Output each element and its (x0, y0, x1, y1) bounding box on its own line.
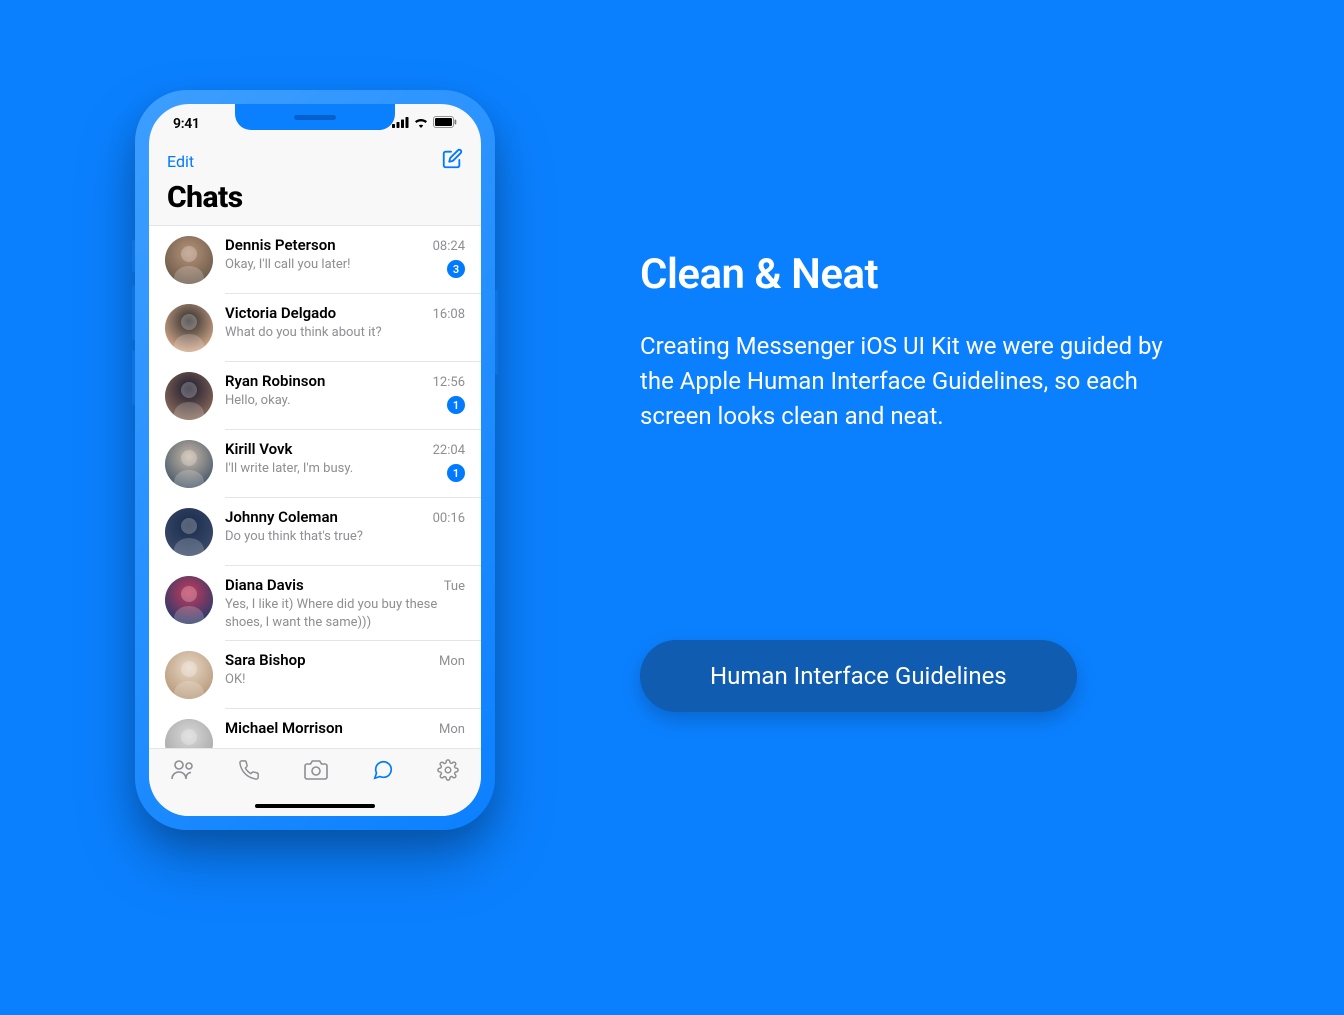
chat-name: Sara Bishop (225, 651, 306, 669)
tab-bar (149, 748, 481, 816)
unread-badge: 1 (447, 396, 465, 414)
phone-frame: 9:41 Edit (135, 90, 495, 830)
marketing-body: Creating Messenger iOS UI Kit we were gu… (640, 329, 1200, 433)
avatar (165, 304, 213, 352)
chat-row[interactable]: Johnny Coleman 00:16 Do you think that's t… (149, 498, 481, 566)
phone-side-button (132, 285, 135, 340)
chat-body: Johnny Coleman 00:16 Do you think that's t… (225, 508, 465, 556)
phone-screen: 9:41 Edit (149, 104, 481, 816)
chat-preview: Yes, I like it) Where did you buy these … (225, 596, 465, 631)
chat-body: Ryan Robinson 12:56 Hello, okay. 1 (225, 372, 465, 420)
chat-time: Tue (444, 579, 465, 594)
avatar (165, 651, 213, 699)
signal-icon (392, 116, 409, 132)
avatar (165, 508, 213, 556)
chat-preview: Hello, okay. (225, 392, 439, 410)
phone-notch (235, 104, 395, 130)
avatar (165, 440, 213, 488)
chat-name: Victoria Delgado (225, 304, 336, 322)
chat-body: Kirill Vovk 22:04 I'll write later, I'm bu… (225, 440, 465, 488)
phone-side-button (495, 290, 498, 375)
chat-body: Dennis Peterson 08:24 Okay, I'll call you … (225, 236, 465, 284)
chat-row[interactable]: Dennis Peterson 08:24 Okay, I'll call you … (149, 226, 481, 294)
status-time: 9:41 (173, 116, 200, 132)
battery-icon (433, 116, 457, 132)
chats-tab[interactable] (371, 759, 395, 785)
compose-icon[interactable] (441, 148, 463, 174)
chat-row[interactable]: Victoria Delgado 16:08 What do you think a… (149, 294, 481, 362)
avatar (165, 576, 213, 624)
chat-time: Mon (439, 722, 465, 737)
chat-preview: OK! (225, 671, 465, 689)
chat-row[interactable]: Michael Morrison Mon (149, 709, 481, 748)
marketing-title: Clean & Neat (640, 250, 1200, 299)
unread-badge: 3 (447, 260, 465, 278)
chat-name: Dennis Peterson (225, 236, 336, 254)
hig-cta-button[interactable]: Human Interface Guidelines (640, 640, 1077, 712)
chat-list[interactable]: Dennis Peterson 08:24 Okay, I'll call you … (149, 226, 481, 748)
chat-row[interactable]: Diana Davis Tue Yes, I like it) Where did … (149, 566, 481, 641)
wifi-icon (413, 116, 429, 132)
avatar (165, 372, 213, 420)
chat-name: Kirill Vovk (225, 440, 292, 458)
chat-body: Diana Davis Tue Yes, I like it) Where did … (225, 576, 465, 631)
chat-preview: Okay, I'll call you later! (225, 256, 439, 274)
chat-row[interactable]: Kirill Vovk 22:04 I'll write later, I'm bu… (149, 430, 481, 498)
chat-name: Johnny Coleman (225, 508, 338, 526)
chat-time: 00:16 (433, 511, 465, 526)
phone-side-button (132, 240, 135, 272)
camera-tab[interactable] (303, 759, 329, 785)
settings-tab[interactable] (436, 759, 460, 785)
chat-row[interactable]: Sara Bishop Mon OK! (149, 641, 481, 709)
title-row: Chats (149, 180, 481, 226)
phone-side-button (132, 350, 135, 405)
chat-time: Mon (439, 654, 465, 669)
contacts-tab[interactable] (170, 759, 196, 785)
unread-badge: 1 (447, 464, 465, 482)
status-icons (392, 116, 457, 132)
chat-time: 22:04 (433, 443, 465, 458)
nav-header: Edit (149, 144, 481, 180)
chat-preview: What do you think about it? (225, 324, 465, 342)
chat-body: Victoria Delgado 16:08 What do you think a… (225, 304, 465, 352)
chat-preview: I'll write later, I'm busy. (225, 460, 439, 478)
edit-button[interactable]: Edit (167, 152, 194, 171)
chat-body: Sara Bishop Mon OK! (225, 651, 465, 699)
chat-time: 16:08 (433, 307, 465, 322)
avatar (165, 719, 213, 748)
home-indicator (255, 804, 375, 808)
chat-name: Ryan Robinson (225, 372, 325, 390)
avatar (165, 236, 213, 284)
chat-name: Michael Morrison (225, 719, 343, 737)
calls-tab[interactable] (237, 759, 261, 785)
chat-body: Michael Morrison Mon (225, 719, 465, 748)
chat-preview: Do you think that's true? (225, 528, 465, 546)
marketing-section: Clean & Neat Creating Messenger iOS UI K… (640, 250, 1200, 433)
chat-time: 08:24 (433, 239, 465, 254)
phone-mockup: 9:41 Edit (135, 90, 495, 830)
chat-name: Diana Davis (225, 576, 304, 594)
chat-row[interactable]: Ryan Robinson 12:56 Hello, okay. 1 (149, 362, 481, 430)
chat-time: 12:56 (433, 375, 465, 390)
page-title: Chats (167, 180, 463, 215)
